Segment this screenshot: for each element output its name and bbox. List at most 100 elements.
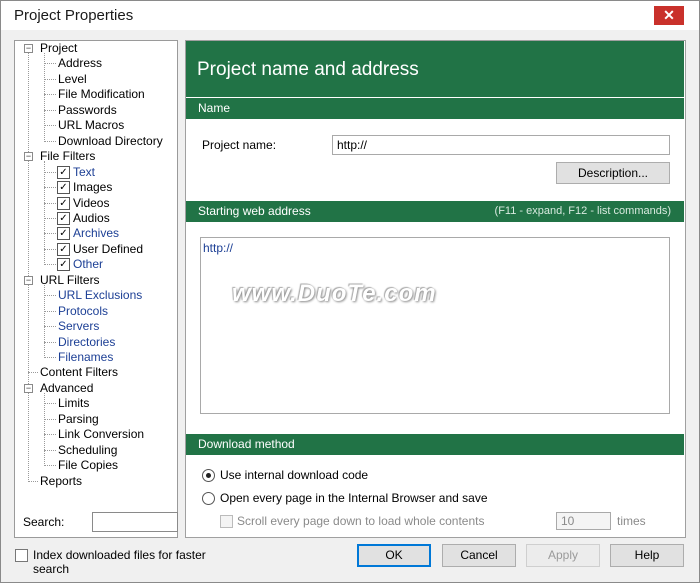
tree-connector [44,310,56,312]
tree-item[interactable]: Content Filters [15,365,175,380]
tree-item-label: Reports [40,473,83,488]
tree-item[interactable]: Limits [15,396,175,411]
tree-item-label: Text [73,164,96,179]
scroll-checkbox[interactable] [220,515,233,528]
tree-item[interactable]: − File Filters [15,149,175,164]
tree-connector [44,403,56,405]
tree-checkbox[interactable]: ✓ [57,258,70,272]
tree-item[interactable]: ✓ Other [15,257,175,272]
tree-checkbox[interactable]: ✓ [57,196,70,210]
tree-item[interactable]: ✓ Audios [15,211,175,226]
section-name: Name [186,98,684,119]
index-checkbox[interactable] [15,549,28,562]
tree-item[interactable]: File Modification [15,87,175,102]
tree-item-label: Limits [58,396,90,411]
tree-expander-icon[interactable]: − [24,44,33,53]
project-name-input[interactable] [332,135,670,155]
times-input[interactable] [556,512,611,530]
settings-tree[interactable]: − Project Address Level File Modification Pas… [14,40,178,538]
tree-checkbox[interactable]: ✓ [57,211,70,225]
index-option[interactable]: Index downloaded files for faster search [15,548,245,576]
ok-button[interactable]: OK [357,544,431,567]
tree-item[interactable]: − Project [15,41,175,56]
tree-item[interactable]: Scheduling [15,443,175,458]
apply-button-label: Apply [547,548,579,562]
tree-item-label: File Filters [40,149,96,164]
tree-item[interactable]: Servers [15,319,175,334]
tree-item[interactable]: ✓ Archives [15,226,175,241]
tree-item-label: Content Filters [40,365,119,380]
tree-connector [44,248,56,250]
search-input[interactable] [92,512,178,532]
radio-internal-label: Use internal download code [220,468,369,482]
tree-item[interactable]: ✓ Videos [15,196,175,211]
radio-internal-option[interactable]: Use internal download code [202,468,502,484]
scroll-option[interactable]: Scroll every page down to load whole con… [220,514,520,530]
section-download-method: Download method [186,434,684,455]
tree-item[interactable]: Address [15,56,175,71]
tree-item-label: Other [73,257,104,272]
cancel-button[interactable]: Cancel [442,544,516,567]
section-download-label: Download method [198,437,295,451]
start-address-textarea[interactable]: http:// [200,237,670,414]
tree-item-label: Level [58,71,87,86]
radio-browser-option[interactable]: Open every page in the Internal Browser … [202,491,502,507]
tree-expander-icon[interactable]: − [24,152,33,162]
tree-item-label: Images [73,180,113,195]
help-button[interactable]: Help [610,544,684,567]
description-button[interactable]: Description... [556,162,670,184]
tree-item[interactable]: Download Directory [15,134,175,149]
tree-branch-line [44,161,45,266]
tree-connector [44,78,56,80]
tree-item[interactable]: − Advanced [15,381,175,396]
tree-item[interactable]: ✓ Text [15,165,175,180]
tree-connector [44,187,56,189]
tree-connector [44,140,56,142]
tree-item[interactable]: URL Exclusions [15,288,175,303]
tree-item[interactable]: File Copies [15,458,175,473]
section-start-label: Starting web address [198,204,311,218]
description-button-label: Description... [577,166,649,180]
tree-expander-icon[interactable]: − [24,383,33,393]
radio-browser[interactable] [202,492,215,505]
tree-connector [44,326,56,328]
tree-checkbox[interactable]: ✓ [57,242,70,256]
radio-browser-label: Open every page in the Internal Browser … [220,491,488,505]
tree-item-label: Videos [73,195,110,210]
tree-connector [28,480,38,482]
tree-item-label: Archives [73,226,120,241]
tree-checkbox[interactable]: ✓ [57,227,70,241]
tree-item[interactable]: URL Macros [15,118,175,133]
tree-connector [44,109,56,111]
tree-item[interactable]: Directories [15,335,175,350]
tree-connector [44,63,56,65]
tree-item[interactable]: ✓ User Defined [15,242,175,257]
tree-item-label: Parsing [58,411,99,426]
tree-checkbox[interactable]: ✓ [57,181,70,195]
tree-connector [44,357,56,358]
tree-expander-icon[interactable]: − [24,275,33,285]
tree-item[interactable]: Reports [15,474,175,489]
close-button[interactable]: ✕ [654,6,684,25]
tree-item[interactable]: Passwords [15,103,175,118]
tree-item-label: User Defined [73,241,144,256]
apply-button[interactable]: Apply [526,544,600,567]
tree-checkbox[interactable]: ✓ [57,165,70,179]
tree-connector [44,171,56,173]
cancel-button-label: Cancel [460,548,498,562]
tree-item[interactable]: Level [15,72,175,87]
project-name-label: Project name: [202,138,277,152]
tree-item-label: Link Conversion [58,427,145,442]
tree-connector [44,465,56,467]
tree-item-label: Audios [73,210,110,225]
tree-item[interactable]: − URL Filters [15,273,175,288]
tree-connector [44,341,56,343]
tree-item[interactable]: Filenames [15,350,175,365]
tree-item[interactable]: Protocols [15,304,175,319]
radio-internal[interactable] [202,469,215,482]
tree-item[interactable]: Link Conversion [15,427,175,442]
tree-item[interactable]: Parsing [15,412,175,427]
tree-item[interactable]: ✓ Images [15,180,175,195]
tree-item-label: Filenames [58,350,114,364]
tree-connector [44,264,56,266]
